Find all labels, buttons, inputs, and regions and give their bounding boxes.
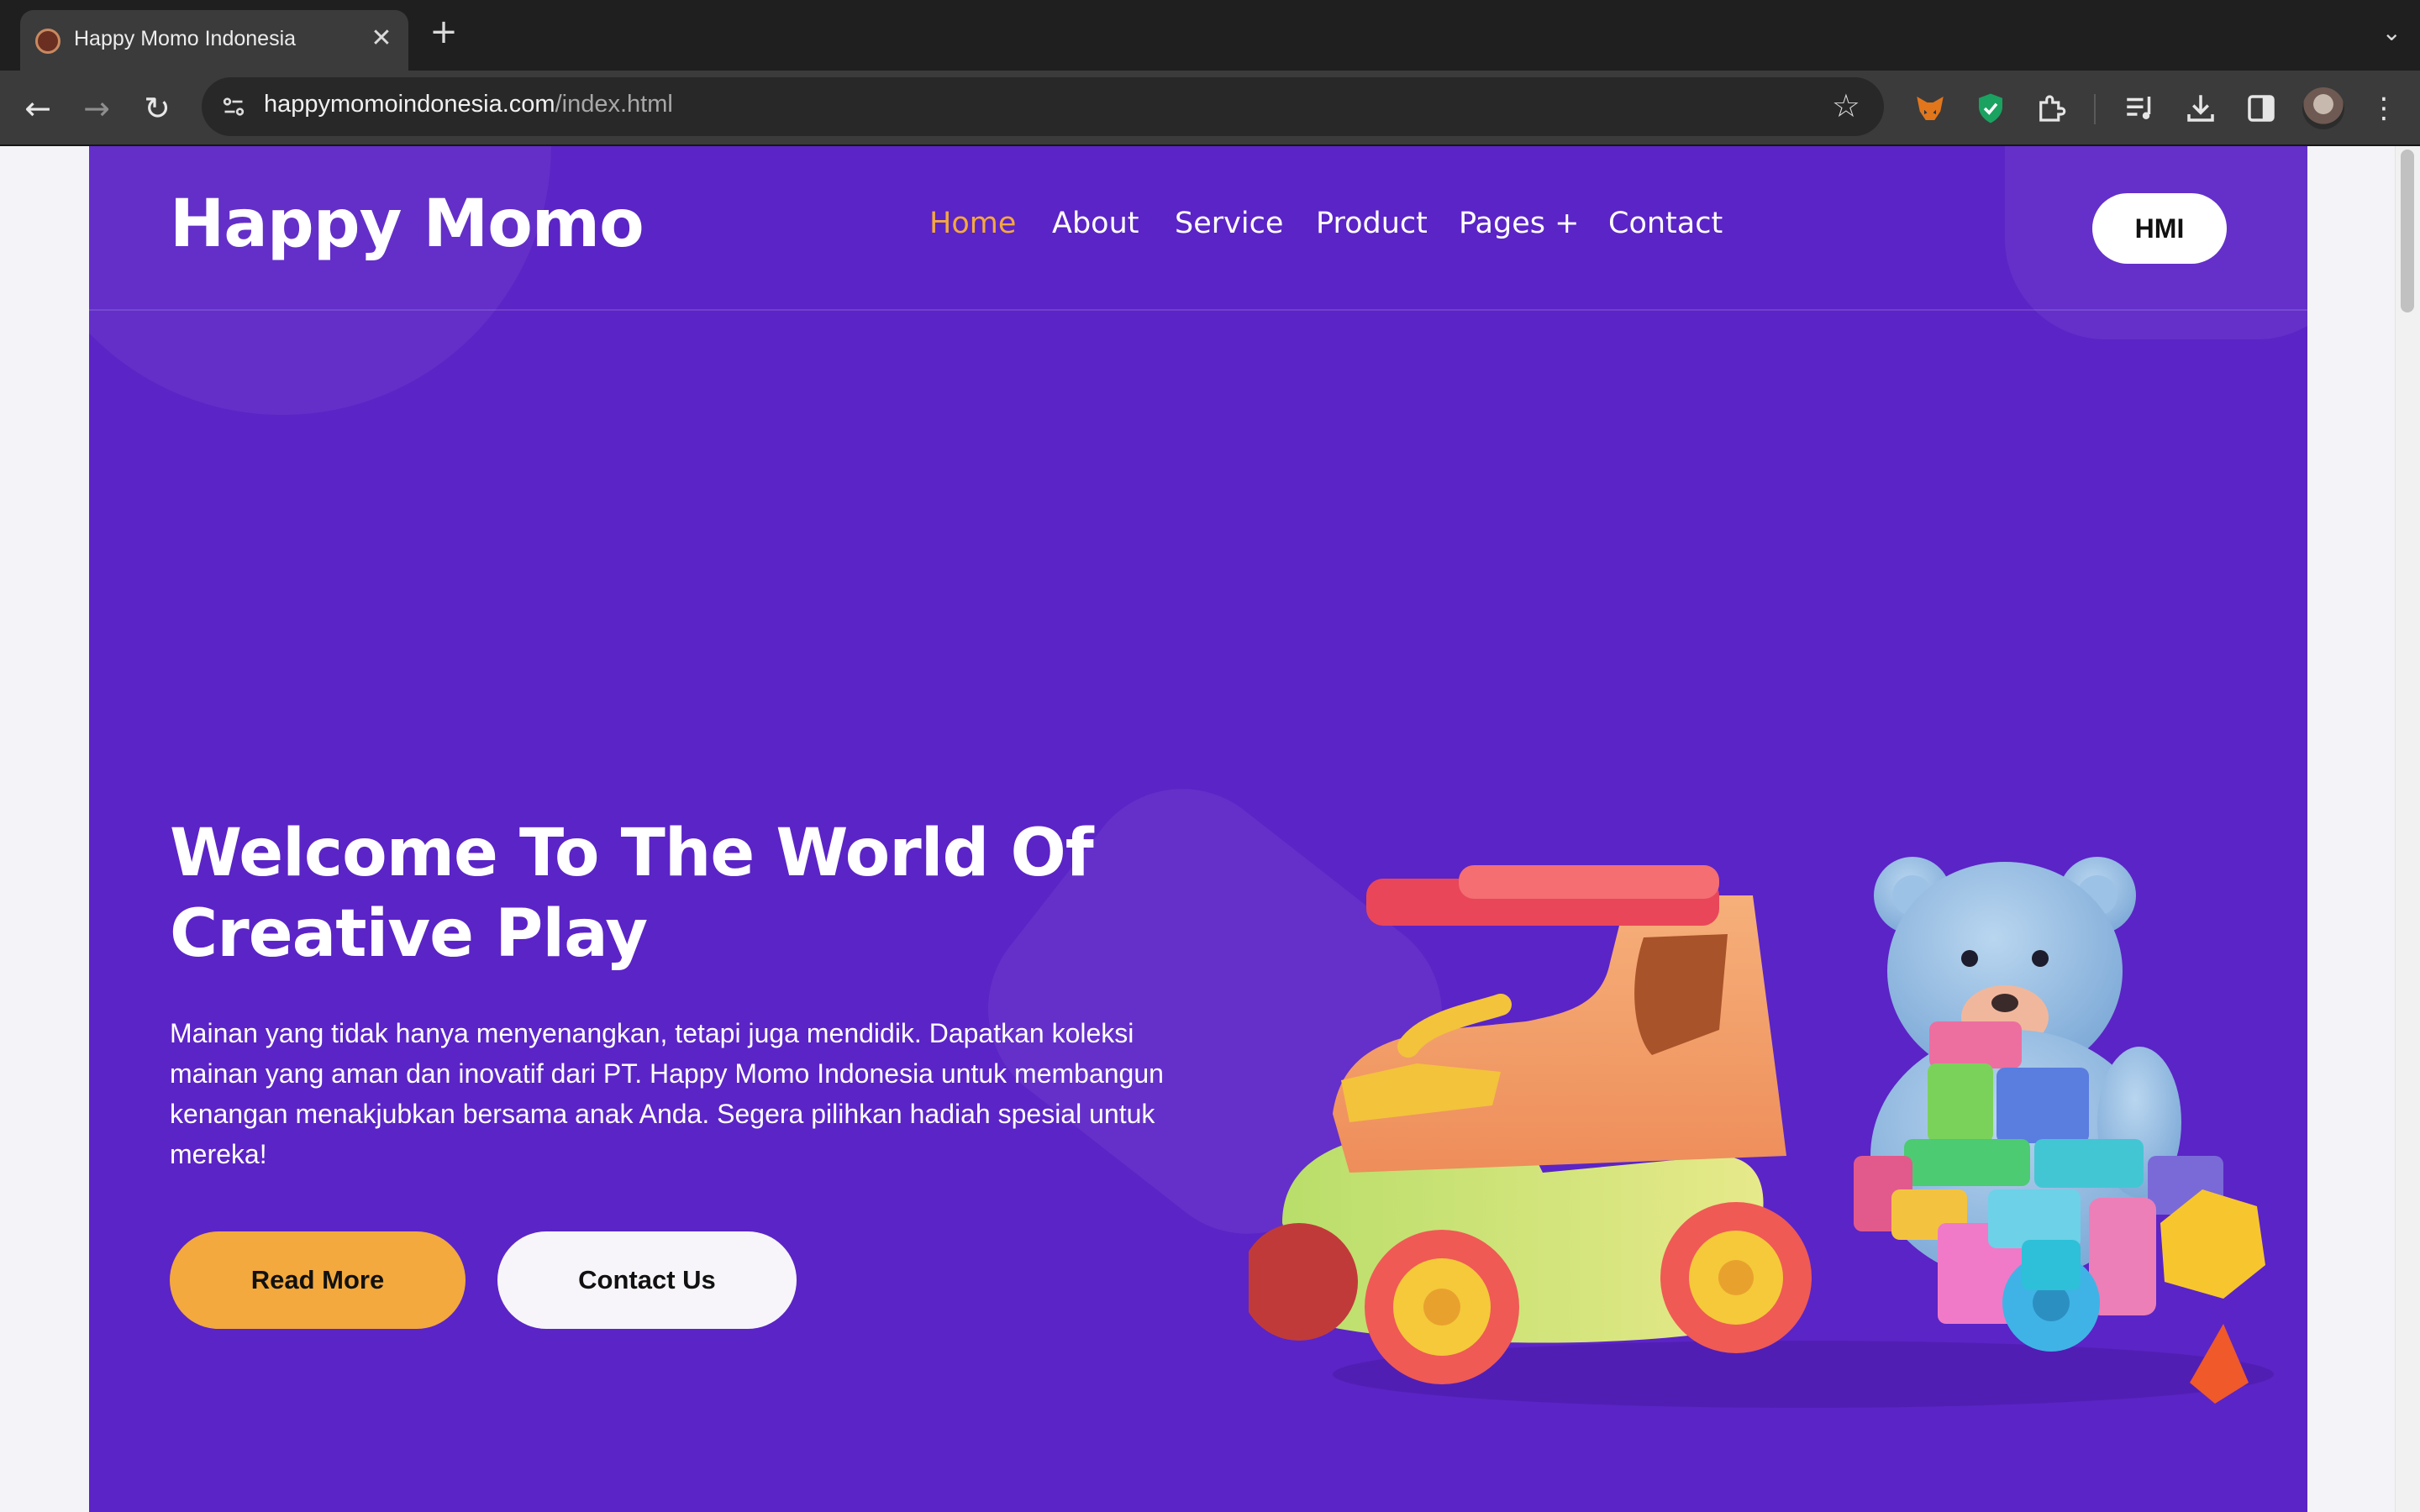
- address-bar[interactable]: happymomoindonesia.com/index.html ☆: [202, 77, 1884, 136]
- metamask-icon[interactable]: [1912, 91, 1948, 126]
- forward-icon[interactable]: →: [77, 89, 116, 128]
- toys-illustration: [1249, 857, 2274, 1408]
- page-viewport: Happy Momo Home About Service Product Pa…: [0, 146, 2420, 1512]
- star-icon[interactable]: ☆: [1832, 87, 1860, 124]
- brand-logo[interactable]: Happy Momo: [170, 186, 644, 262]
- hero-title: Welcome To The World Of Creative Play: [170, 813, 1178, 974]
- download-icon[interactable]: [2183, 91, 2218, 126]
- browser-tabstrip: Happy Momo Indonesia ✕ + ⌄: [0, 0, 2420, 71]
- url-host: happymomoindonesia.com: [264, 91, 555, 118]
- extensions-icon[interactable]: [2033, 91, 2069, 126]
- hero-description: Mainan yang tidak hanya menyenangkan, te…: [170, 1018, 1164, 1169]
- favicon-icon: [35, 29, 60, 54]
- media-icon[interactable]: [2123, 91, 2158, 126]
- website-hero-section: Happy Momo Home About Service Product Pa…: [89, 146, 2307, 1512]
- nav-home[interactable]: Home: [929, 207, 1016, 240]
- page-scrollbar[interactable]: [2395, 146, 2420, 1512]
- url-text[interactable]: happymomoindonesia.com/index.html: [264, 91, 673, 118]
- nav-contact[interactable]: Contact: [1608, 207, 1723, 240]
- url-path: /index.html: [555, 91, 673, 118]
- tab-title: Happy Momo Indonesia: [74, 27, 297, 50]
- hero-title-line: Welcome To The World Of: [170, 816, 1094, 891]
- read-more-button[interactable]: Read More: [170, 1231, 466, 1329]
- nav-product[interactable]: Product: [1316, 207, 1428, 240]
- menu-icon[interactable]: ⋮: [2366, 91, 2402, 126]
- profile-avatar[interactable]: [2302, 87, 2344, 129]
- hmi-button[interactable]: HMI: [2092, 193, 2227, 264]
- site-info-icon[interactable]: [218, 92, 249, 122]
- scrollbar-thumb[interactable]: [2401, 150, 2414, 312]
- reload-icon[interactable]: ↻: [138, 89, 176, 128]
- back-icon[interactable]: ←: [18, 89, 57, 128]
- hero-title-line: Creative Play: [170, 896, 648, 972]
- toolbar-separator: [2094, 94, 2096, 124]
- browser-tab[interactable]: Happy Momo Indonesia ✕: [20, 10, 408, 71]
- header-divider: [89, 309, 2307, 311]
- toy-car: [1249, 865, 1812, 1384]
- tab-search-chevron-icon[interactable]: ⌄: [2382, 18, 2402, 46]
- shield-icon[interactable]: [1973, 91, 2008, 126]
- contact-us-button[interactable]: Contact Us: [497, 1231, 797, 1329]
- side-panel-icon[interactable]: [2244, 91, 2279, 126]
- nav-about[interactable]: About: [1052, 207, 1139, 240]
- nav-pages-dropdown[interactable]: Pages +: [1459, 207, 1579, 240]
- close-tab-icon[interactable]: ✕: [368, 24, 395, 54]
- nav-service[interactable]: Service: [1175, 207, 1283, 240]
- browser-toolbar: ← → ↻ happymomoindonesia.com/index.html …: [0, 71, 2420, 146]
- new-tab-icon[interactable]: +: [427, 15, 460, 49]
